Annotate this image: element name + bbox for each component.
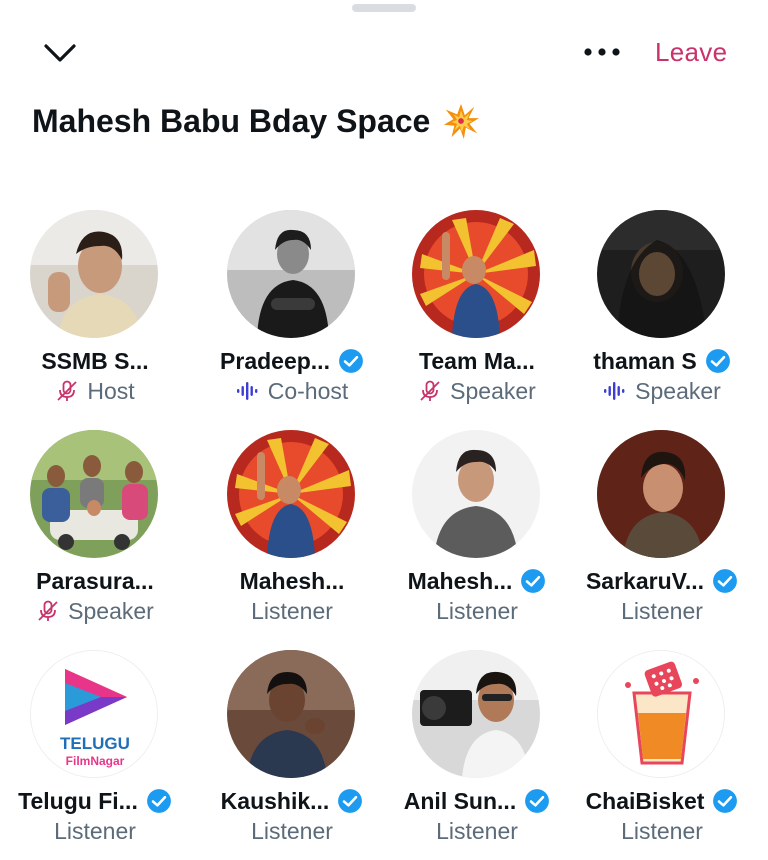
verified-badge-icon: [713, 789, 738, 813]
participant-role-row: Listener: [197, 816, 387, 846]
top-bar: Leave: [0, 28, 768, 78]
speaking-waveform-icon: [236, 382, 258, 400]
participant-name-row: Kaushik...: [197, 784, 387, 818]
mic-muted-icon: [420, 380, 440, 401]
participant-tile[interactable]: Parasura... Speaker: [0, 430, 190, 640]
participant-role: Speaker: [450, 377, 536, 404]
avatar[interactable]: [412, 650, 540, 778]
participant-role-row: Listener: [0, 816, 190, 846]
avatar[interactable]: [597, 430, 725, 558]
participant-name-row: Anil Sun...: [382, 784, 572, 818]
verified-badge-icon: [705, 349, 730, 373]
participant-role: Listener: [621, 597, 703, 624]
verified-badge-icon: [146, 789, 171, 813]
participant-role-row: Listener: [567, 596, 757, 626]
verified-badge-icon: [339, 349, 363, 373]
avatar[interactable]: [412, 210, 540, 338]
avatar[interactable]: [412, 430, 540, 558]
participant-role: Host: [87, 377, 135, 404]
participant-tile[interactable]: SSMB S... Host: [0, 210, 190, 420]
avatar[interactable]: [597, 650, 725, 778]
avatar[interactable]: [227, 430, 355, 558]
participant-tile[interactable]: Kaushik... Listener: [197, 650, 387, 860]
more-horizontal-icon[interactable]: [580, 40, 624, 64]
participant-role: Listener: [436, 817, 518, 844]
participant-name-row: Team Ma...: [382, 344, 572, 378]
participant-role: Listener: [436, 597, 518, 624]
mic-muted-icon: [57, 380, 77, 401]
participant-role-row: Host: [0, 376, 190, 406]
participant-name: Kaushik...: [220, 787, 330, 814]
participant-role: Speaker: [68, 597, 154, 624]
participant-tile[interactable]: Pradeep... Co-host: [197, 210, 387, 420]
participant-role: Co-host: [267, 377, 349, 404]
participant-role: Listener: [251, 817, 333, 844]
verified-badge-icon: [713, 569, 737, 593]
participant-tile[interactable]: TELUGU FilmNagar Telugu Fi... Listener: [0, 650, 190, 860]
participant-name: ChaiBisket: [585, 787, 705, 814]
collision-emoji-icon: [444, 103, 480, 140]
participant-name-row: Parasura...: [0, 564, 190, 598]
participant-name: Anil Sun...: [403, 787, 517, 814]
participant-role: Listener: [621, 817, 703, 844]
participant-tile[interactable]: Mahesh... Listener: [382, 430, 572, 640]
avatar[interactable]: TELUGU FilmNagar: [30, 650, 158, 778]
participant-tile[interactable]: ChaiBisket Listener: [567, 650, 757, 860]
participant-name-row: Pradeep...: [197, 344, 387, 378]
participant-role: Speaker: [635, 377, 721, 404]
verified-badge-icon: [521, 569, 546, 593]
participant-role-row: Listener: [382, 816, 572, 846]
avatar[interactable]: [30, 210, 158, 338]
participant-name: Mahesh...: [407, 567, 513, 594]
participant-tile[interactable]: Team Ma... Speaker: [382, 210, 572, 420]
participant-name: Telugu Fi...: [18, 787, 138, 814]
participant-role-row: Co-host: [197, 376, 387, 406]
participant-tile[interactable]: thaman S Speaker: [567, 210, 757, 420]
participant-role-row: Listener: [567, 816, 757, 846]
avatar[interactable]: [227, 650, 355, 778]
mic-muted-icon: [38, 600, 58, 621]
participant-name-row: Telugu Fi...: [0, 784, 190, 818]
leave-button[interactable]: Leave: [655, 37, 727, 68]
participant-name-row: thaman S: [567, 344, 757, 378]
avatar[interactable]: [597, 210, 725, 338]
space-title-row: Mahesh Babu Bday Space: [32, 96, 480, 146]
participant-name: Pradeep...: [220, 347, 330, 374]
participant-role-row: Speaker: [382, 376, 572, 406]
participant-role: Listener: [54, 817, 136, 844]
sheet-drag-handle[interactable]: [352, 4, 416, 12]
participant-role-row: Listener: [197, 596, 387, 626]
participant-name-row: ChaiBisket: [567, 784, 757, 818]
participant-name: Mahesh...: [239, 567, 345, 594]
avatar[interactable]: [227, 210, 355, 338]
participant-name-row: Mahesh...: [197, 564, 387, 598]
verified-badge-icon: [338, 789, 363, 813]
participant-name: thaman S: [593, 347, 697, 374]
avatar-logo-text: TELUGU: [60, 734, 130, 753]
participant-tile[interactable]: Anil Sun... Listener: [382, 650, 572, 860]
space-title: Mahesh Babu Bday Space: [32, 102, 431, 139]
avatar[interactable]: [30, 430, 158, 558]
participant-role: Listener: [251, 597, 333, 624]
participant-name-row: Mahesh...: [382, 564, 572, 598]
participant-name: SSMB S...: [41, 347, 149, 374]
participant-name-row: SSMB S...: [0, 344, 190, 378]
chevron-down-icon[interactable]: [40, 38, 80, 66]
participant-role-row: Speaker: [567, 376, 757, 406]
verified-badge-icon: [525, 789, 550, 813]
participant-name-row: SarkaruV...: [567, 564, 757, 598]
participant-role-row: Listener: [382, 596, 572, 626]
participant-tile[interactable]: Mahesh... Listener: [197, 430, 387, 640]
speaking-waveform-icon: [604, 382, 625, 400]
participant-role-row: Speaker: [0, 596, 190, 626]
participant-name: SarkaruV...: [585, 567, 705, 594]
participant-name: Parasura...: [36, 567, 154, 594]
participant-tile[interactable]: SarkaruV... Listener: [567, 430, 757, 640]
participant-name: Team Ma...: [419, 347, 535, 374]
avatar-logo-subtext: FilmNagar: [66, 754, 125, 768]
